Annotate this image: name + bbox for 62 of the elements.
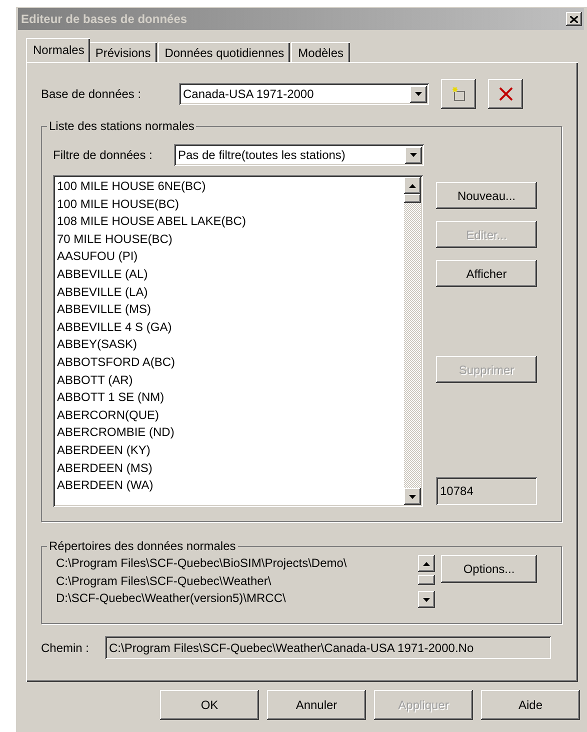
new-database-button[interactable] [441, 79, 476, 109]
tab[interactable]: Prévisions [88, 42, 157, 62]
delete-icon [498, 87, 512, 101]
field-label: Base de données : [41, 86, 142, 103]
dialog-button[interactable]: Afficher [436, 260, 537, 287]
list-item[interactable]: ABBEVILLE (AL) [57, 266, 404, 284]
scrollbar-thumb[interactable] [418, 575, 435, 585]
up-arrow-icon [423, 562, 430, 566]
dropdown[interactable]: Pas de filtre(toutes les stations) [174, 144, 424, 166]
down-arrow-icon [423, 598, 430, 602]
list-item[interactable]: 70 MILE HOUSE(BC) [57, 230, 404, 248]
down-arrow-icon [415, 92, 422, 96]
dropdown-button[interactable] [405, 146, 422, 164]
list-item[interactable]: ABBOTT 1 SE (NM) [57, 389, 404, 407]
down-arrow-icon [409, 494, 416, 498]
list-item[interactable]: ABERDEEN (WA) [57, 477, 404, 495]
list-item[interactable]: 108 MILE HOUSE ABEL LAKE(BC) [57, 213, 404, 231]
list-item[interactable]: 100 MILE HOUSE(BC) [57, 196, 404, 214]
list-item[interactable]: ABERCORN(QUE) [57, 406, 404, 424]
dialog-button[interactable]: Annuler [267, 690, 366, 720]
list-item[interactable]: ABBOTSFORD A(BC) [57, 354, 404, 372]
tab[interactable]: Données quotidiennes [158, 42, 290, 62]
dialog-button[interactable]: OK [160, 690, 259, 720]
list-item[interactable]: ABERCROMBIE (ND) [57, 424, 404, 442]
list-item[interactable]: ABERDEEN (KY) [57, 442, 404, 460]
station-list[interactable] [53, 175, 423, 507]
count-field: 10784 [436, 477, 537, 505]
field-label: Chemin : [41, 640, 90, 656]
new-item-icon [450, 86, 466, 102]
tab[interactable]: Normales [26, 38, 90, 62]
delete-button[interactable] [488, 79, 523, 109]
close-icon [570, 16, 578, 22]
list-item[interactable]: AASUFOU (PI) [57, 248, 404, 266]
list-item[interactable]: ABBEVILLE (MS) [57, 301, 404, 319]
scrollbar-thumb[interactable] [404, 194, 421, 203]
list-item[interactable]: ABERDEEN (MS) [57, 460, 404, 478]
close-button[interactable] [566, 12, 582, 26]
scroll-up-button[interactable] [418, 555, 435, 572]
list-item[interactable]: ABBEY(SASK) [57, 336, 404, 354]
scroll-down-button[interactable] [404, 488, 421, 505]
down-arrow-icon [410, 153, 417, 157]
directory-path: D:\SCF-Quebec\Weather(version5)\MRCC\ [56, 590, 287, 607]
list-item[interactable]: ABBEVILLE (LA) [57, 284, 404, 302]
dialog-button[interactable]: Options... [441, 555, 537, 583]
directory-path: C:\Program Files\SCF-Quebec\BioSIM\Projects\Demo\ [56, 555, 348, 572]
list-item[interactable]: ABBOTT (AR) [57, 372, 404, 390]
scroll-up-button[interactable] [404, 177, 421, 194]
window-title: Editeur de bases de données [21, 11, 188, 28]
tab[interactable]: Modèles [291, 42, 350, 62]
dialog-button[interactable]: Nouveau... [436, 182, 537, 209]
dialog-button[interactable]: Aide [481, 690, 580, 720]
dropdown-button[interactable] [410, 86, 427, 102]
directory-path: C:\Program Files\SCF-Quebec\Weather\ [56, 572, 272, 590]
up-arrow-icon [409, 184, 416, 188]
list-item[interactable]: ABBEVILLE 4 S (GA) [57, 318, 404, 336]
list-item[interactable]: 100 MILE HOUSE 6NE(BC) [57, 178, 404, 196]
field-label: Filtre de données : [53, 147, 154, 164]
group-title: Répertoires des données normales [48, 538, 237, 555]
dropdown[interactable]: Canada-USA 1971-2000 [179, 83, 429, 105]
path-field: C:\Program Files\SCF-Quebec\Weather\Canada-USA 1971-2000.No [105, 636, 551, 659]
group-title: Liste des stations normales [48, 118, 196, 135]
scroll-down-button[interactable] [418, 591, 435, 608]
